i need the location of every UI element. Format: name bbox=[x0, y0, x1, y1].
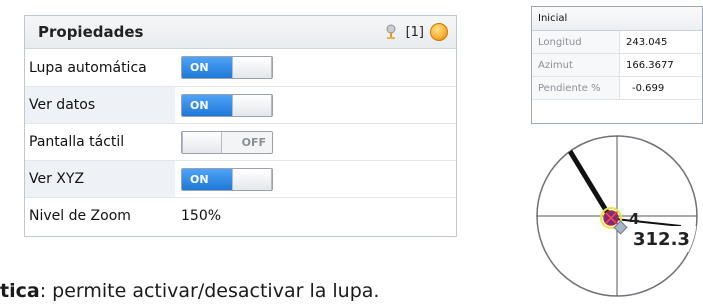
zoom-level-value: 150% bbox=[181, 208, 222, 224]
properties-title: Propiedades bbox=[38, 23, 144, 41]
pin-icon[interactable] bbox=[382, 23, 400, 41]
property-row-zoom: Nivel de Zoom 150% bbox=[25, 197, 456, 234]
orange-circle-icon[interactable] bbox=[430, 23, 448, 41]
properties-panel: Propiedades [1] Lupa automática ON Ver d… bbox=[24, 15, 457, 237]
property-row-lupa: Lupa automática ON bbox=[25, 49, 456, 86]
toggle-on-text: ON bbox=[182, 168, 232, 190]
show-data-toggle[interactable]: ON bbox=[181, 93, 273, 117]
toggle-on-text: ON bbox=[182, 57, 232, 78]
info-value: 243.045 bbox=[626, 36, 668, 48]
property-value: OFF bbox=[175, 124, 273, 160]
property-value: ON bbox=[175, 49, 273, 86]
property-value: ON bbox=[175, 87, 273, 123]
zoom-level-field[interactable]: 150% bbox=[175, 198, 221, 234]
property-label: Nivel de Zoom bbox=[29, 208, 131, 224]
property-label: Ver XYZ bbox=[25, 161, 175, 197]
distance-label: 312.3 bbox=[633, 229, 690, 250]
header-tools: [1] bbox=[382, 23, 448, 41]
info-row-longitud: Longitud 243.045 bbox=[532, 31, 702, 54]
caption-text: : permite activar/desactivar la lupa. bbox=[39, 280, 380, 302]
info-value: -0.699 bbox=[632, 82, 665, 94]
description-caption: tica: permite activar/desactivar la lupa… bbox=[0, 280, 560, 306]
property-label: Pantalla táctil bbox=[29, 134, 125, 150]
info-title: Inicial bbox=[532, 7, 702, 31]
toggle-on-text: ON bbox=[182, 94, 232, 116]
properties-header: Propiedades [1] bbox=[25, 16, 456, 49]
toggle-thumb[interactable] bbox=[232, 57, 272, 78]
toggle-thumb[interactable] bbox=[182, 131, 222, 153]
selection-count-badge: [1] bbox=[405, 24, 424, 40]
segment-index-label: 4 bbox=[629, 210, 639, 228]
info-row-pendiente: Pendiente % -0.699 bbox=[532, 77, 702, 100]
info-key: Pendiente % bbox=[532, 77, 620, 99]
touch-screen-toggle[interactable]: OFF bbox=[181, 130, 273, 154]
info-key: Longitud bbox=[532, 31, 620, 53]
info-row-azimut: Azimut 166.3677 bbox=[532, 54, 702, 77]
toggle-off-text: OFF bbox=[241, 135, 266, 149]
info-value: 166.3677 bbox=[626, 59, 674, 71]
property-label: Lupa automática bbox=[29, 59, 147, 76]
magnifier-scope[interactable]: 4 312.3 bbox=[531, 120, 703, 304]
property-value: ON bbox=[175, 161, 273, 197]
property-label: Ver datos bbox=[25, 87, 175, 123]
auto-magnifier-toggle[interactable]: ON bbox=[181, 56, 273, 79]
show-xyz-toggle[interactable]: ON bbox=[181, 167, 273, 191]
property-row-ver-xyz: Ver XYZ ON bbox=[25, 160, 456, 197]
magnifier-graphic: 4 312.3 bbox=[536, 135, 698, 297]
info-table: Inicial Longitud 243.045 Azimut 166.3677… bbox=[531, 6, 703, 124]
property-row-pantalla-tactil: Pantalla táctil OFF bbox=[25, 123, 456, 160]
properties-rows: Lupa automática ON Ver datos ON Pantalla… bbox=[25, 49, 456, 234]
info-key: Azimut bbox=[532, 54, 620, 76]
toggle-thumb[interactable] bbox=[232, 94, 272, 116]
property-row-ver-datos: Ver datos ON bbox=[25, 86, 456, 123]
toggle-thumb[interactable] bbox=[232, 168, 272, 190]
caption-bold-term: tica bbox=[0, 280, 40, 302]
